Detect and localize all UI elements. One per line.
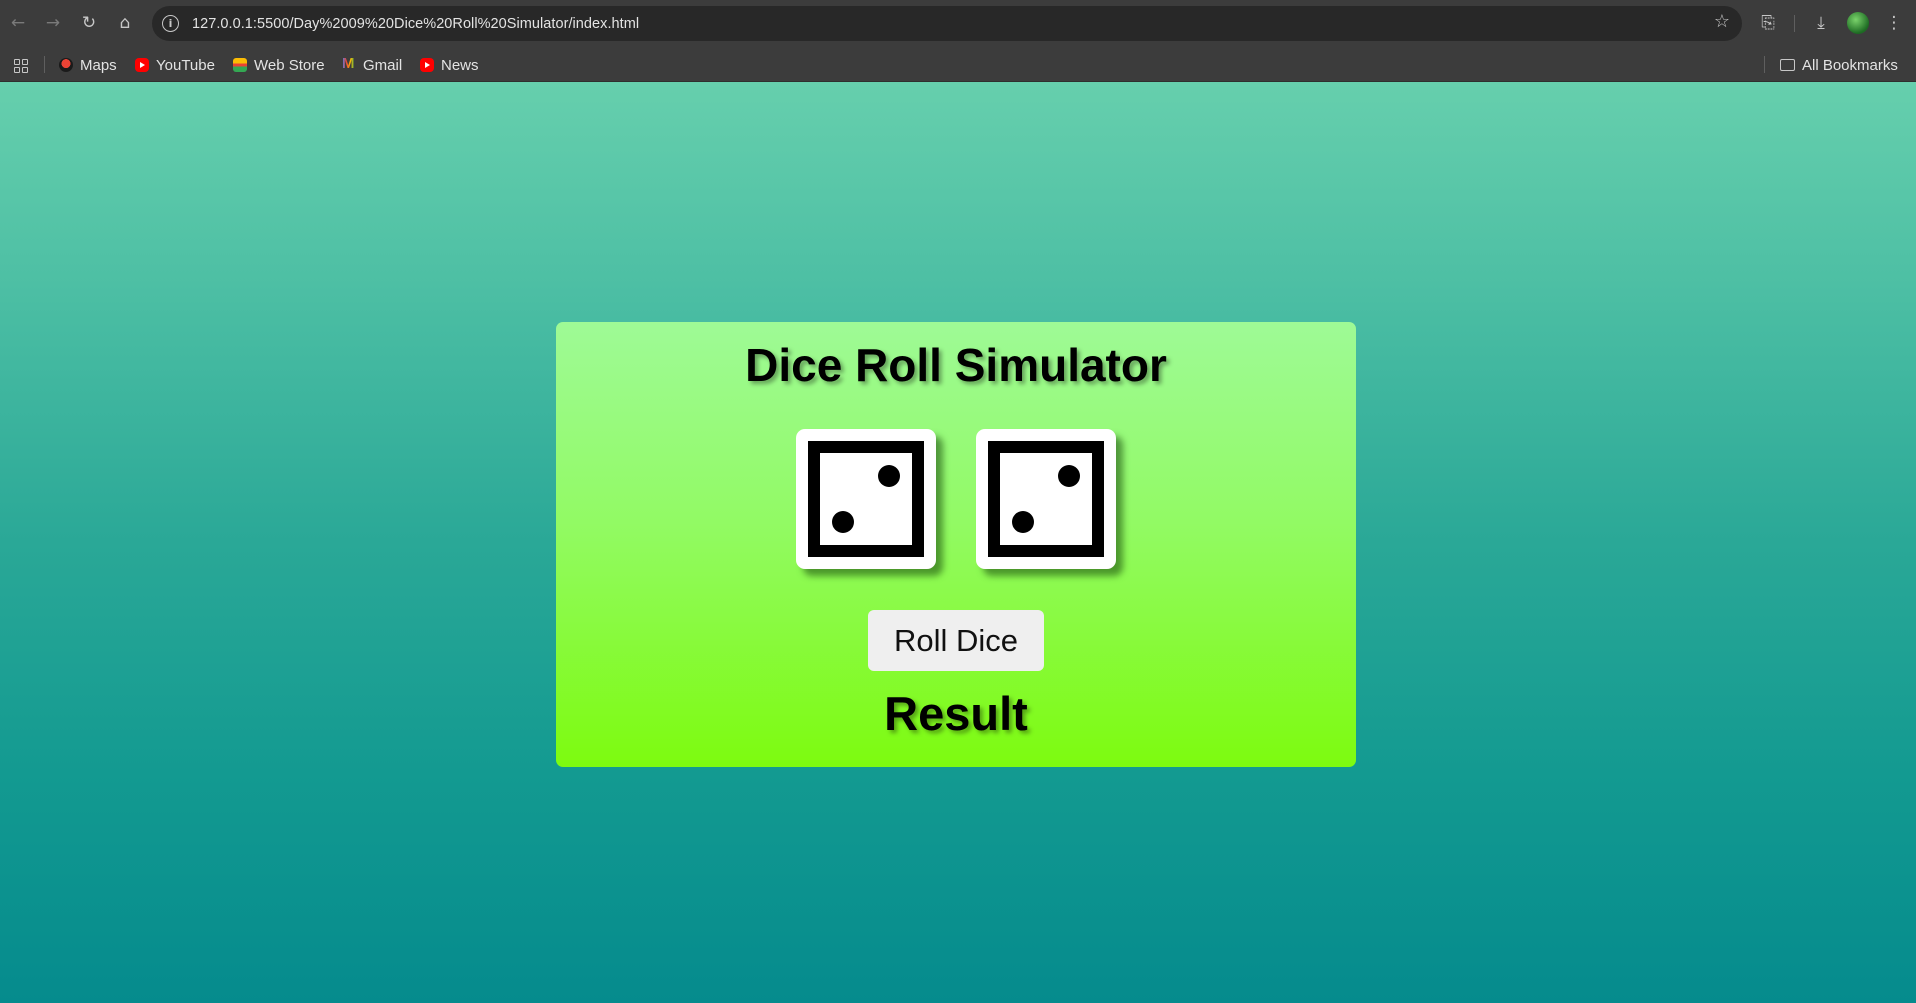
bookmark-label: Web Store bbox=[254, 56, 325, 74]
all-bookmarks-button[interactable]: All Bookmarks bbox=[1780, 55, 1898, 75]
youtube-icon bbox=[135, 58, 149, 72]
reload-icon[interactable]: ↻ bbox=[77, 11, 101, 35]
bookmarks-divider bbox=[44, 56, 45, 73]
web-store-icon bbox=[233, 58, 247, 72]
extensions-icon[interactable]: ⎘ bbox=[1756, 11, 1780, 35]
download-icon[interactable]: ⤓ bbox=[1809, 11, 1833, 35]
bookmark-maps[interactable]: Maps bbox=[59, 55, 117, 75]
die-2 bbox=[976, 429, 1116, 569]
bookmark-label: Gmail bbox=[363, 56, 403, 74]
bookmarks-divider bbox=[1764, 56, 1765, 73]
bookmark-label: YouTube bbox=[156, 56, 215, 74]
bookmark-star-icon[interactable]: ☆ bbox=[1714, 11, 1730, 32]
menu-kebab-icon[interactable]: ⋮ bbox=[1882, 11, 1906, 35]
die-pip bbox=[878, 465, 900, 487]
bookmarks-bar: Maps YouTube Web Store Gmail News All Bo… bbox=[0, 47, 1916, 82]
home-icon[interactable]: ⌂ bbox=[113, 11, 137, 35]
page-title: Dice Roll Simulator bbox=[745, 339, 1167, 391]
die-pip bbox=[1058, 465, 1080, 487]
bookmark-label: Maps bbox=[80, 56, 117, 74]
youtube-icon bbox=[420, 58, 434, 72]
bookmark-gmail[interactable]: Gmail bbox=[342, 55, 402, 75]
profile-avatar[interactable] bbox=[1847, 12, 1869, 34]
url-text[interactable]: 127.0.0.1:5500/Day%2009%20Dice%20Roll%20… bbox=[192, 16, 639, 32]
gmail-icon bbox=[342, 55, 356, 72]
bookmark-news[interactable]: News bbox=[420, 55, 479, 75]
bookmark-youtube[interactable]: YouTube bbox=[135, 55, 215, 75]
site-info-icon[interactable]: i bbox=[162, 15, 179, 32]
simulator-card: Dice Roll Simulator Roll Dice Result bbox=[556, 322, 1356, 767]
die-face bbox=[988, 441, 1104, 557]
forward-arrow-icon[interactable]: → bbox=[41, 11, 65, 35]
back-arrow-icon[interactable]: ← bbox=[6, 11, 30, 35]
bookmark-web-store[interactable]: Web Store bbox=[233, 55, 325, 75]
address-bar[interactable]: i 127.0.0.1:5500/Day%2009%20Dice%20Roll%… bbox=[152, 6, 1742, 41]
die-pip bbox=[832, 511, 854, 533]
toolbar-divider bbox=[1794, 15, 1795, 32]
roll-dice-button[interactable]: Roll Dice bbox=[868, 610, 1044, 671]
all-bookmarks-label: All Bookmarks bbox=[1802, 56, 1898, 74]
page-viewport: Dice Roll Simulator Roll Dice Result bbox=[0, 82, 1916, 1003]
die-pip bbox=[1012, 511, 1034, 533]
result-text: Result bbox=[884, 687, 1028, 740]
maps-icon bbox=[59, 58, 73, 72]
browser-toolbar: ← → ↻ ⌂ i 127.0.0.1:5500/Day%2009%20Dice… bbox=[0, 0, 1916, 47]
folder-icon bbox=[1780, 59, 1795, 71]
apps-grid-icon[interactable] bbox=[14, 59, 28, 73]
bookmark-label: News bbox=[441, 56, 479, 74]
die-1 bbox=[796, 429, 936, 569]
die-face bbox=[808, 441, 924, 557]
